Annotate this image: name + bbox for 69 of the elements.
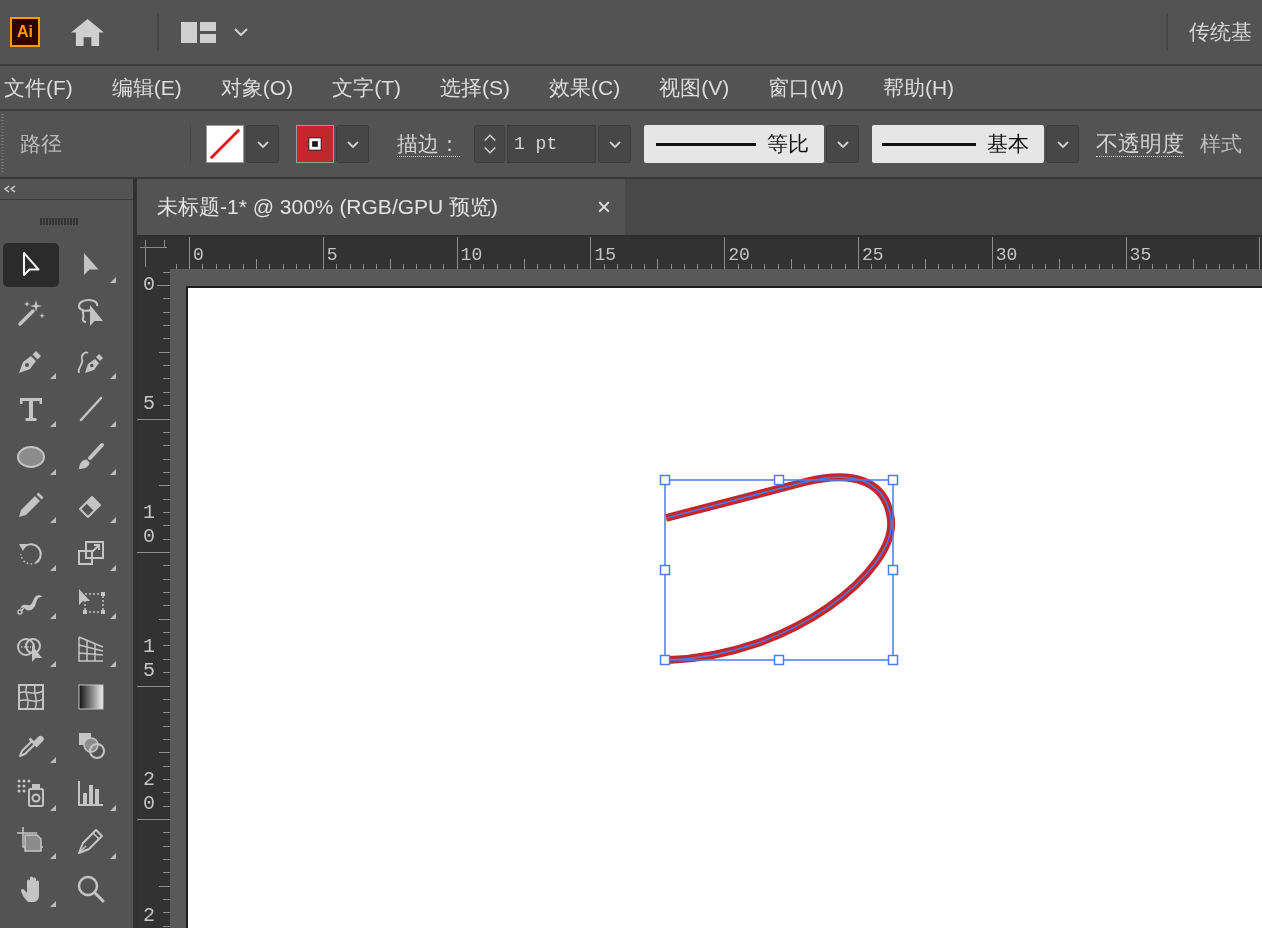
workspace-switcher[interactable]: 传统基 [1189, 18, 1252, 46]
ruler-label: 2 [143, 904, 155, 927]
brush-dropdown[interactable]: 基本 [872, 125, 1044, 163]
dropdown-button[interactable] [826, 125, 859, 163]
stepper-button[interactable] [474, 125, 505, 163]
color-swatch-icon[interactable] [296, 125, 334, 163]
ruler-label: 10 [143, 501, 155, 548]
ruler-label: 15 [143, 634, 155, 682]
menu-item[interactable]: 窗口(W) [768, 73, 844, 102]
panels-layout-icon[interactable] [181, 21, 216, 43]
resize-handle[interactable] [659, 474, 671, 486]
document-tab[interactable]: 未标题-1* @ 300% (RGB/GPU 预览) × [137, 179, 625, 235]
style-label: 样式 [1200, 131, 1242, 157]
chevron-down-icon [1056, 140, 1069, 148]
dropdown-button[interactable] [1046, 125, 1079, 163]
stroke-panel-link[interactable]: 描边： [397, 131, 460, 157]
ruler-label: 0 [193, 245, 204, 265]
dropdown-button[interactable] [336, 125, 369, 163]
mesh-grid-icon [15, 681, 47, 713]
dropdown-button[interactable] [598, 125, 631, 163]
close-button[interactable]: × [597, 193, 611, 221]
ruler-label: 20 [728, 245, 750, 265]
spray-can-icon [15, 777, 47, 809]
resize-handle[interactable] [659, 564, 671, 576]
menu-item[interactable]: 效果(C) [549, 73, 621, 102]
menu-item[interactable]: 文件(F) [4, 73, 73, 102]
ruler-label: 10 [460, 245, 483, 265]
ruler-label: 5 [326, 245, 338, 265]
menu-item[interactable]: 视图(V) [659, 73, 730, 102]
chevron-down-icon [256, 140, 269, 148]
stroke-line-icon [882, 142, 976, 146]
resize-handle[interactable] [773, 474, 785, 486]
grip-icon[interactable] [1, 114, 4, 174]
ruler-label: 5 [143, 391, 155, 415]
ruler-label: 35 [1129, 245, 1152, 265]
opacity-panel-link[interactable]: 不透明度 [1096, 131, 1184, 157]
ruler-label: 0 [143, 273, 155, 296]
grip-icon[interactable] [40, 218, 80, 225]
zoom-icon [75, 873, 107, 905]
tool-button[interactable] [3, 243, 59, 287]
menu-item[interactable]: 对象(O) [220, 73, 294, 102]
resize-handle[interactable] [887, 564, 899, 576]
double-chevron-icon[interactable] [3, 185, 17, 193]
menu-item[interactable]: 帮助(H) [882, 73, 955, 102]
ruler-label: 25 [862, 245, 884, 265]
up-down-chevron-icon [482, 132, 497, 156]
width-profile-dropdown[interactable]: 等比 [644, 125, 824, 163]
ruler-label: 30 [995, 245, 1018, 265]
menu-item[interactable]: 编辑(E) [111, 73, 182, 102]
menu-item[interactable]: 选择(S) [440, 73, 510, 102]
no-fill-swatch-icon[interactable] [206, 125, 244, 163]
stroke-line-icon [656, 142, 756, 146]
chevron-down-icon [608, 140, 621, 148]
resize-handle[interactable] [659, 654, 671, 666]
ruler-label: 20 [143, 768, 155, 815]
resize-handle[interactable] [887, 654, 899, 666]
resize-handle[interactable] [773, 654, 785, 666]
menu-item[interactable]: 文字(T) [332, 73, 401, 102]
home-icon[interactable] [70, 17, 105, 47]
stroke-weight-field[interactable]: 1 pt [507, 125, 596, 163]
chevron-down-icon[interactable] [234, 28, 248, 36]
app-logo: Ai [10, 17, 40, 47]
chevron-down-icon [836, 140, 849, 148]
selection-type-label: 路径 [20, 131, 63, 157]
gradient-square-icon [75, 681, 107, 713]
dropdown-button[interactable] [246, 125, 279, 163]
resize-handle[interactable] [887, 474, 899, 486]
chevron-down-icon [346, 140, 359, 148]
ruler-label: 15 [594, 245, 616, 265]
